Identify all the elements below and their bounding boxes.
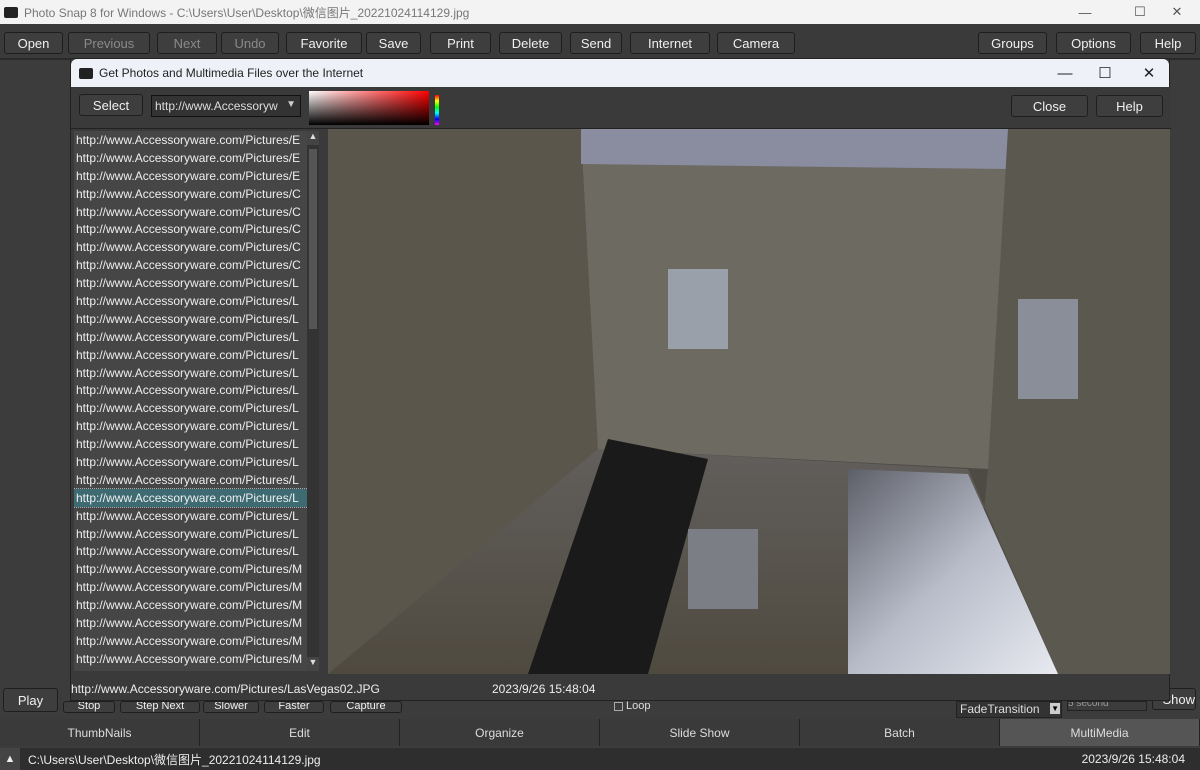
list-item[interactable]: http://www.Accessoryware.com/Pictures/C	[74, 220, 308, 238]
list-item[interactable]: http://www.Accessoryware.com/Pictures/M	[74, 596, 308, 614]
close-icon[interactable]: ✕	[1127, 59, 1171, 87]
dialog-statusbar: http://www.Accessoryware.com/Pictures/La…	[71, 676, 1171, 702]
status-time: 2023/9/26 15:48:04	[1081, 752, 1185, 766]
list-item[interactable]: http://www.Accessoryware.com/Pictures/L	[74, 471, 308, 489]
help-button[interactable]: Help	[1140, 32, 1196, 54]
list-item[interactable]: http://www.Accessoryware.com/Pictures/M	[74, 578, 308, 596]
cube-transition-image	[328, 129, 1170, 674]
favorite-button[interactable]: Favorite	[286, 32, 362, 54]
stop-button[interactable]: Stop	[63, 701, 115, 713]
delete-button[interactable]: Delete	[499, 32, 562, 54]
list-item[interactable]: http://www.Accessoryware.com/Pictures/E	[74, 131, 308, 149]
list-item[interactable]: http://www.Accessoryware.com/Pictures/L	[74, 310, 308, 328]
scroll-down-icon[interactable]: ▼	[307, 657, 319, 671]
internet-dialog: Get Photos and Multimedia Files over the…	[70, 58, 1171, 702]
list-item[interactable]: http://www.Accessoryware.com/Pictures/L	[74, 453, 308, 471]
step-next-button[interactable]: Step Next	[120, 701, 200, 713]
list-item[interactable]: http://www.Accessoryware.com/Pictures/L	[74, 274, 308, 292]
scroll-thumb[interactable]	[309, 149, 317, 329]
undo-button[interactable]: Undo	[221, 32, 279, 54]
close-icon[interactable]: ✕	[1154, 0, 1200, 24]
list-item[interactable]: http://www.Accessoryware.com/Pictures/C	[74, 185, 308, 203]
list-item[interactable]: http://www.Accessoryware.com/Pictures/M	[74, 560, 308, 578]
capture-button[interactable]: Capture	[330, 701, 402, 713]
tab-batch[interactable]: Batch	[800, 719, 1000, 746]
send-button[interactable]: Send	[570, 32, 622, 54]
list-scrollbar[interactable]: ▲ ▼	[307, 131, 319, 671]
minimize-icon[interactable]: —	[1062, 0, 1108, 24]
list-item[interactable]: http://www.Accessoryware.com/Pictures/L	[74, 346, 308, 364]
tab-organize[interactable]: Organize	[400, 719, 600, 746]
list-item[interactable]: http://www.Accessoryware.com/Pictures/L	[74, 487, 308, 508]
expand-up-icon[interactable]: ▲	[0, 748, 20, 770]
statusbar: ▲ C:\Users\User\Desktop\微信图片_20221024114…	[0, 748, 1200, 770]
bottom-tabs: ThumbNails Edit Organize Slide Show Batch Mul…	[0, 719, 1200, 746]
previous-button[interactable]: Previous	[68, 32, 150, 54]
camera-button[interactable]: Camera	[717, 32, 795, 54]
app-titlebar: Photo Snap 8 for Windows - C:\Users\User…	[0, 0, 1200, 24]
slower-button[interactable]: Slower	[203, 701, 259, 713]
url-value: http://www.Accessoryw	[155, 99, 278, 113]
list-item[interactable]: http://www.Accessoryware.com/Pictures/L	[74, 435, 308, 453]
tab-slide-show[interactable]: Slide Show	[600, 719, 800, 746]
faster-button[interactable]: Faster	[264, 701, 324, 713]
list-item[interactable]: http://www.Accessoryware.com/Pictures/L	[74, 542, 308, 560]
list-item[interactable]: http://www.Accessoryware.com/Pictures/C	[74, 203, 308, 221]
select-button[interactable]: Select	[79, 94, 143, 116]
list-item[interactable]: http://www.Accessoryware.com/Pictures/L	[74, 328, 308, 346]
chevron-down-icon: ▼	[1050, 703, 1060, 714]
color-picker[interactable]	[309, 91, 429, 125]
app-title: Photo Snap 8 for Windows - C:\Users\User…	[24, 5, 470, 20]
list-item[interactable]: http://www.Accessoryware.com/Pictures/M	[74, 614, 308, 632]
play-button[interactable]: Play	[3, 688, 58, 712]
status-time: 2023/9/26 15:48:04	[492, 682, 596, 696]
list-item[interactable]: http://www.Accessoryware.com/Pictures/C	[74, 256, 308, 274]
camera-icon	[4, 6, 18, 18]
dialog-title: Get Photos and Multimedia Files over the…	[99, 66, 364, 80]
tab-multimedia[interactable]: MultiMedia	[1000, 719, 1200, 746]
list-item[interactable]: http://www.Accessoryware.com/Pictures/L	[74, 364, 308, 382]
list-item[interactable]: http://www.Accessoryware.com/Pictures/L	[74, 399, 308, 417]
chevron-down-icon: ▼	[286, 99, 296, 110]
status-url: http://www.Accessoryware.com/Pictures/La…	[71, 682, 380, 696]
list-item[interactable]: http://www.Accessoryware.com/Pictures/E	[74, 167, 308, 185]
help-button[interactable]: Help	[1096, 95, 1163, 117]
list-item[interactable]: http://www.Accessoryware.com/Pictures/L	[74, 417, 308, 435]
tab-edit[interactable]: Edit	[200, 719, 400, 746]
next-button[interactable]: Next	[157, 32, 217, 54]
url-list[interactable]: http://www.Accessoryware.com/Pictures/E h…	[74, 131, 308, 671]
list-item[interactable]: http://www.Accessoryware.com/Pictures/M	[74, 650, 308, 668]
save-button[interactable]: Save	[366, 32, 421, 54]
dialog-toolbar: Select http://www.Accessoryw ▼ Close Help	[71, 87, 1171, 129]
transition-value: FadeTransition	[960, 702, 1040, 716]
list-item[interactable]: http://www.Accessoryware.com/Pictures/L	[74, 507, 308, 525]
duration-field[interactable]: 5 second	[1067, 701, 1147, 711]
print-button[interactable]: Print	[430, 32, 491, 54]
options-button[interactable]: Options	[1056, 32, 1131, 54]
close-button[interactable]: Close	[1011, 95, 1088, 117]
list-item[interactable]: http://www.Accessoryware.com/Pictures/C	[74, 238, 308, 256]
checkbox-box[interactable]	[614, 701, 623, 711]
transition-select[interactable]: FadeTransition ▼	[956, 701, 1062, 718]
hue-slider[interactable]	[435, 95, 439, 125]
main-toolbar: Open Previous Next Undo Favorite Save Pr…	[0, 24, 1200, 60]
dialog-titlebar: Get Photos and Multimedia Files over the…	[71, 59, 1169, 87]
open-button[interactable]: Open	[4, 32, 63, 54]
status-path: C:\Users\User\Desktop\微信图片_2022102411412…	[28, 752, 321, 767]
camera-icon	[79, 67, 93, 79]
maximize-icon[interactable]: ☐	[1083, 59, 1127, 87]
url-select[interactable]: http://www.Accessoryw ▼	[151, 95, 301, 117]
photo-preview	[328, 129, 1170, 674]
scroll-up-icon[interactable]: ▲	[307, 131, 319, 145]
internet-button[interactable]: Internet	[630, 32, 710, 54]
list-item[interactable]: http://www.Accessoryware.com/Pictures/M	[74, 632, 308, 650]
minimize-icon[interactable]: —	[1043, 59, 1087, 87]
list-item[interactable]: http://www.Accessoryware.com/Pictures/L	[74, 381, 308, 399]
groups-button[interactable]: Groups	[978, 32, 1047, 54]
list-item[interactable]: http://www.Accessoryware.com/Pictures/L	[74, 525, 308, 543]
tab-thumbnails[interactable]: ThumbNails	[0, 719, 200, 746]
list-item[interactable]: http://www.Accessoryware.com/Pictures/L	[74, 292, 308, 310]
list-item[interactable]: http://www.Accessoryware.com/Pictures/E	[74, 149, 308, 167]
